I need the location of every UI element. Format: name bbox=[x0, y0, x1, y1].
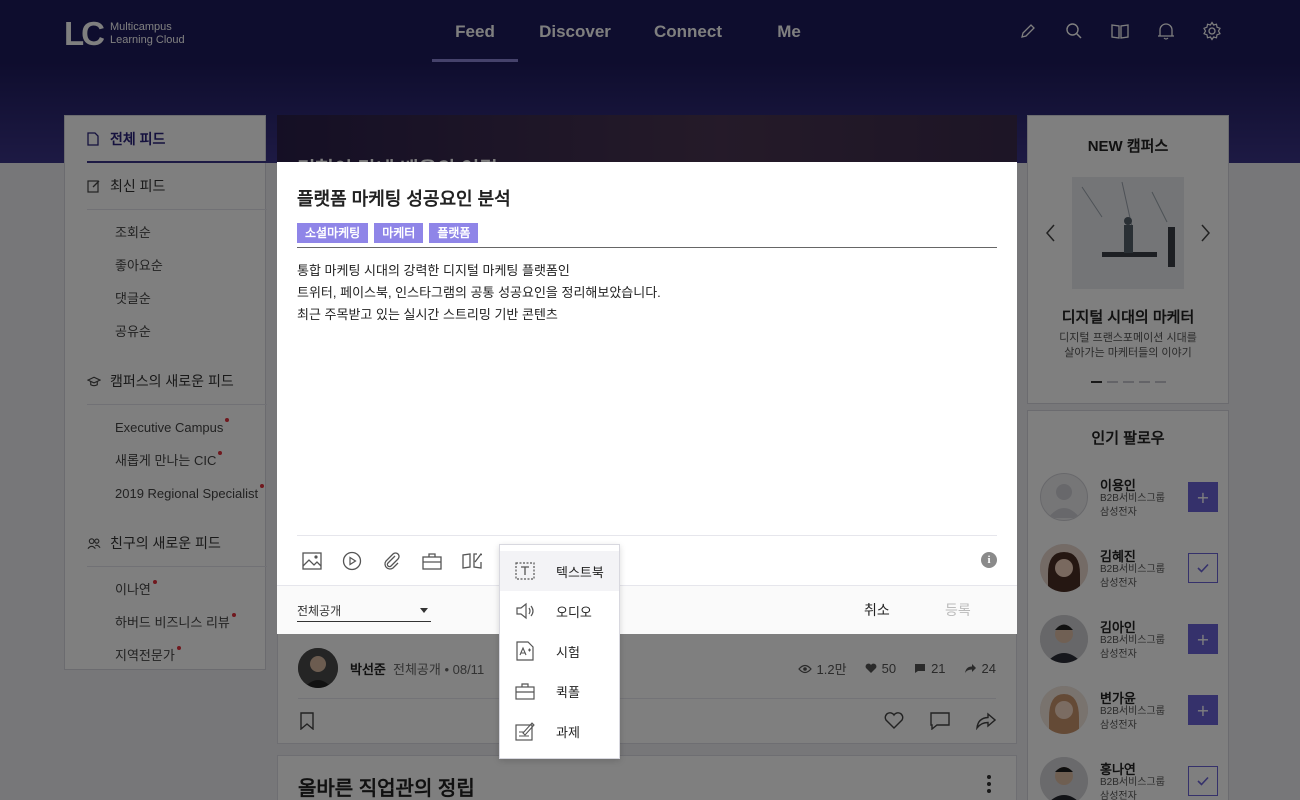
briefcase-icon[interactable] bbox=[421, 550, 443, 572]
menu-item-exam[interactable]: 시험 bbox=[500, 631, 619, 671]
textbook-icon bbox=[515, 561, 535, 581]
menu-item-audio[interactable]: 오디오 bbox=[500, 591, 619, 631]
assignment-icon bbox=[515, 721, 535, 741]
book-edit-icon[interactable] bbox=[461, 550, 483, 572]
post-title[interactable]: 플랫폼 마케팅 성공요인 분석 bbox=[297, 185, 511, 211]
post-body-editor[interactable]: 통합 마케팅 시대의 강력한 디지털 마케팅 플랫폼인 트위터, 페이스북, 인… bbox=[297, 260, 661, 326]
body-line: 트위터, 페이스북, 인스타그램의 공통 성공요인을 정리해보았습니다. bbox=[297, 285, 661, 300]
post-editor-modal: 플랫폼 마케팅 성공요인 분석 소셜마케팅 마케터 플랫폼 통합 마케팅 시대의… bbox=[277, 162, 1017, 634]
content-type-menu: 텍스트북 오디오 시험 퀵폴 과제 bbox=[499, 544, 620, 759]
image-icon[interactable] bbox=[301, 550, 323, 572]
menu-item-assignment[interactable]: 과제 bbox=[500, 711, 619, 751]
visibility-value: 전체공개 bbox=[297, 603, 342, 618]
quickpoll-icon bbox=[515, 681, 535, 701]
tag-chip[interactable]: 마케터 bbox=[374, 223, 424, 243]
cancel-button[interactable]: 취소 bbox=[864, 600, 890, 620]
menu-item-quickpoll[interactable]: 퀵폴 bbox=[500, 671, 619, 711]
tag-chip[interactable]: 소셜마케팅 bbox=[297, 223, 369, 243]
editor-toolbar bbox=[301, 550, 483, 572]
submit-button[interactable]: 등록 bbox=[945, 600, 971, 620]
menu-item-label: 오디오 bbox=[556, 604, 592, 620]
menu-item-label: 텍스트북 bbox=[556, 564, 604, 580]
divider bbox=[297, 247, 997, 248]
divider bbox=[297, 535, 997, 536]
body-line: 최근 주목받고 있는 실시간 스트리밍 기반 콘텐츠 bbox=[297, 307, 558, 322]
tag-chip[interactable]: 플랫폼 bbox=[429, 223, 479, 243]
tag-list: 소셜마케팅 마케터 플랫폼 bbox=[297, 223, 479, 243]
body-line: 통합 마케팅 시대의 강력한 디지털 마케팅 플랫폼인 bbox=[297, 263, 570, 278]
modal-footer: 전체공개 취소 등록 bbox=[277, 585, 1017, 634]
menu-item-label: 과제 bbox=[556, 724, 580, 740]
menu-item-textbook[interactable]: 텍스트북 bbox=[500, 551, 619, 591]
chevron-down-icon bbox=[420, 607, 428, 613]
visibility-select[interactable]: 전체공개 bbox=[297, 599, 431, 622]
video-icon[interactable] bbox=[341, 550, 363, 572]
info-icon[interactable]: i bbox=[981, 552, 997, 568]
speaker-icon bbox=[515, 601, 535, 621]
attachment-icon[interactable] bbox=[381, 550, 403, 572]
menu-item-label: 시험 bbox=[556, 644, 580, 660]
menu-item-label: 퀵폴 bbox=[556, 684, 580, 700]
exam-icon bbox=[515, 641, 535, 661]
